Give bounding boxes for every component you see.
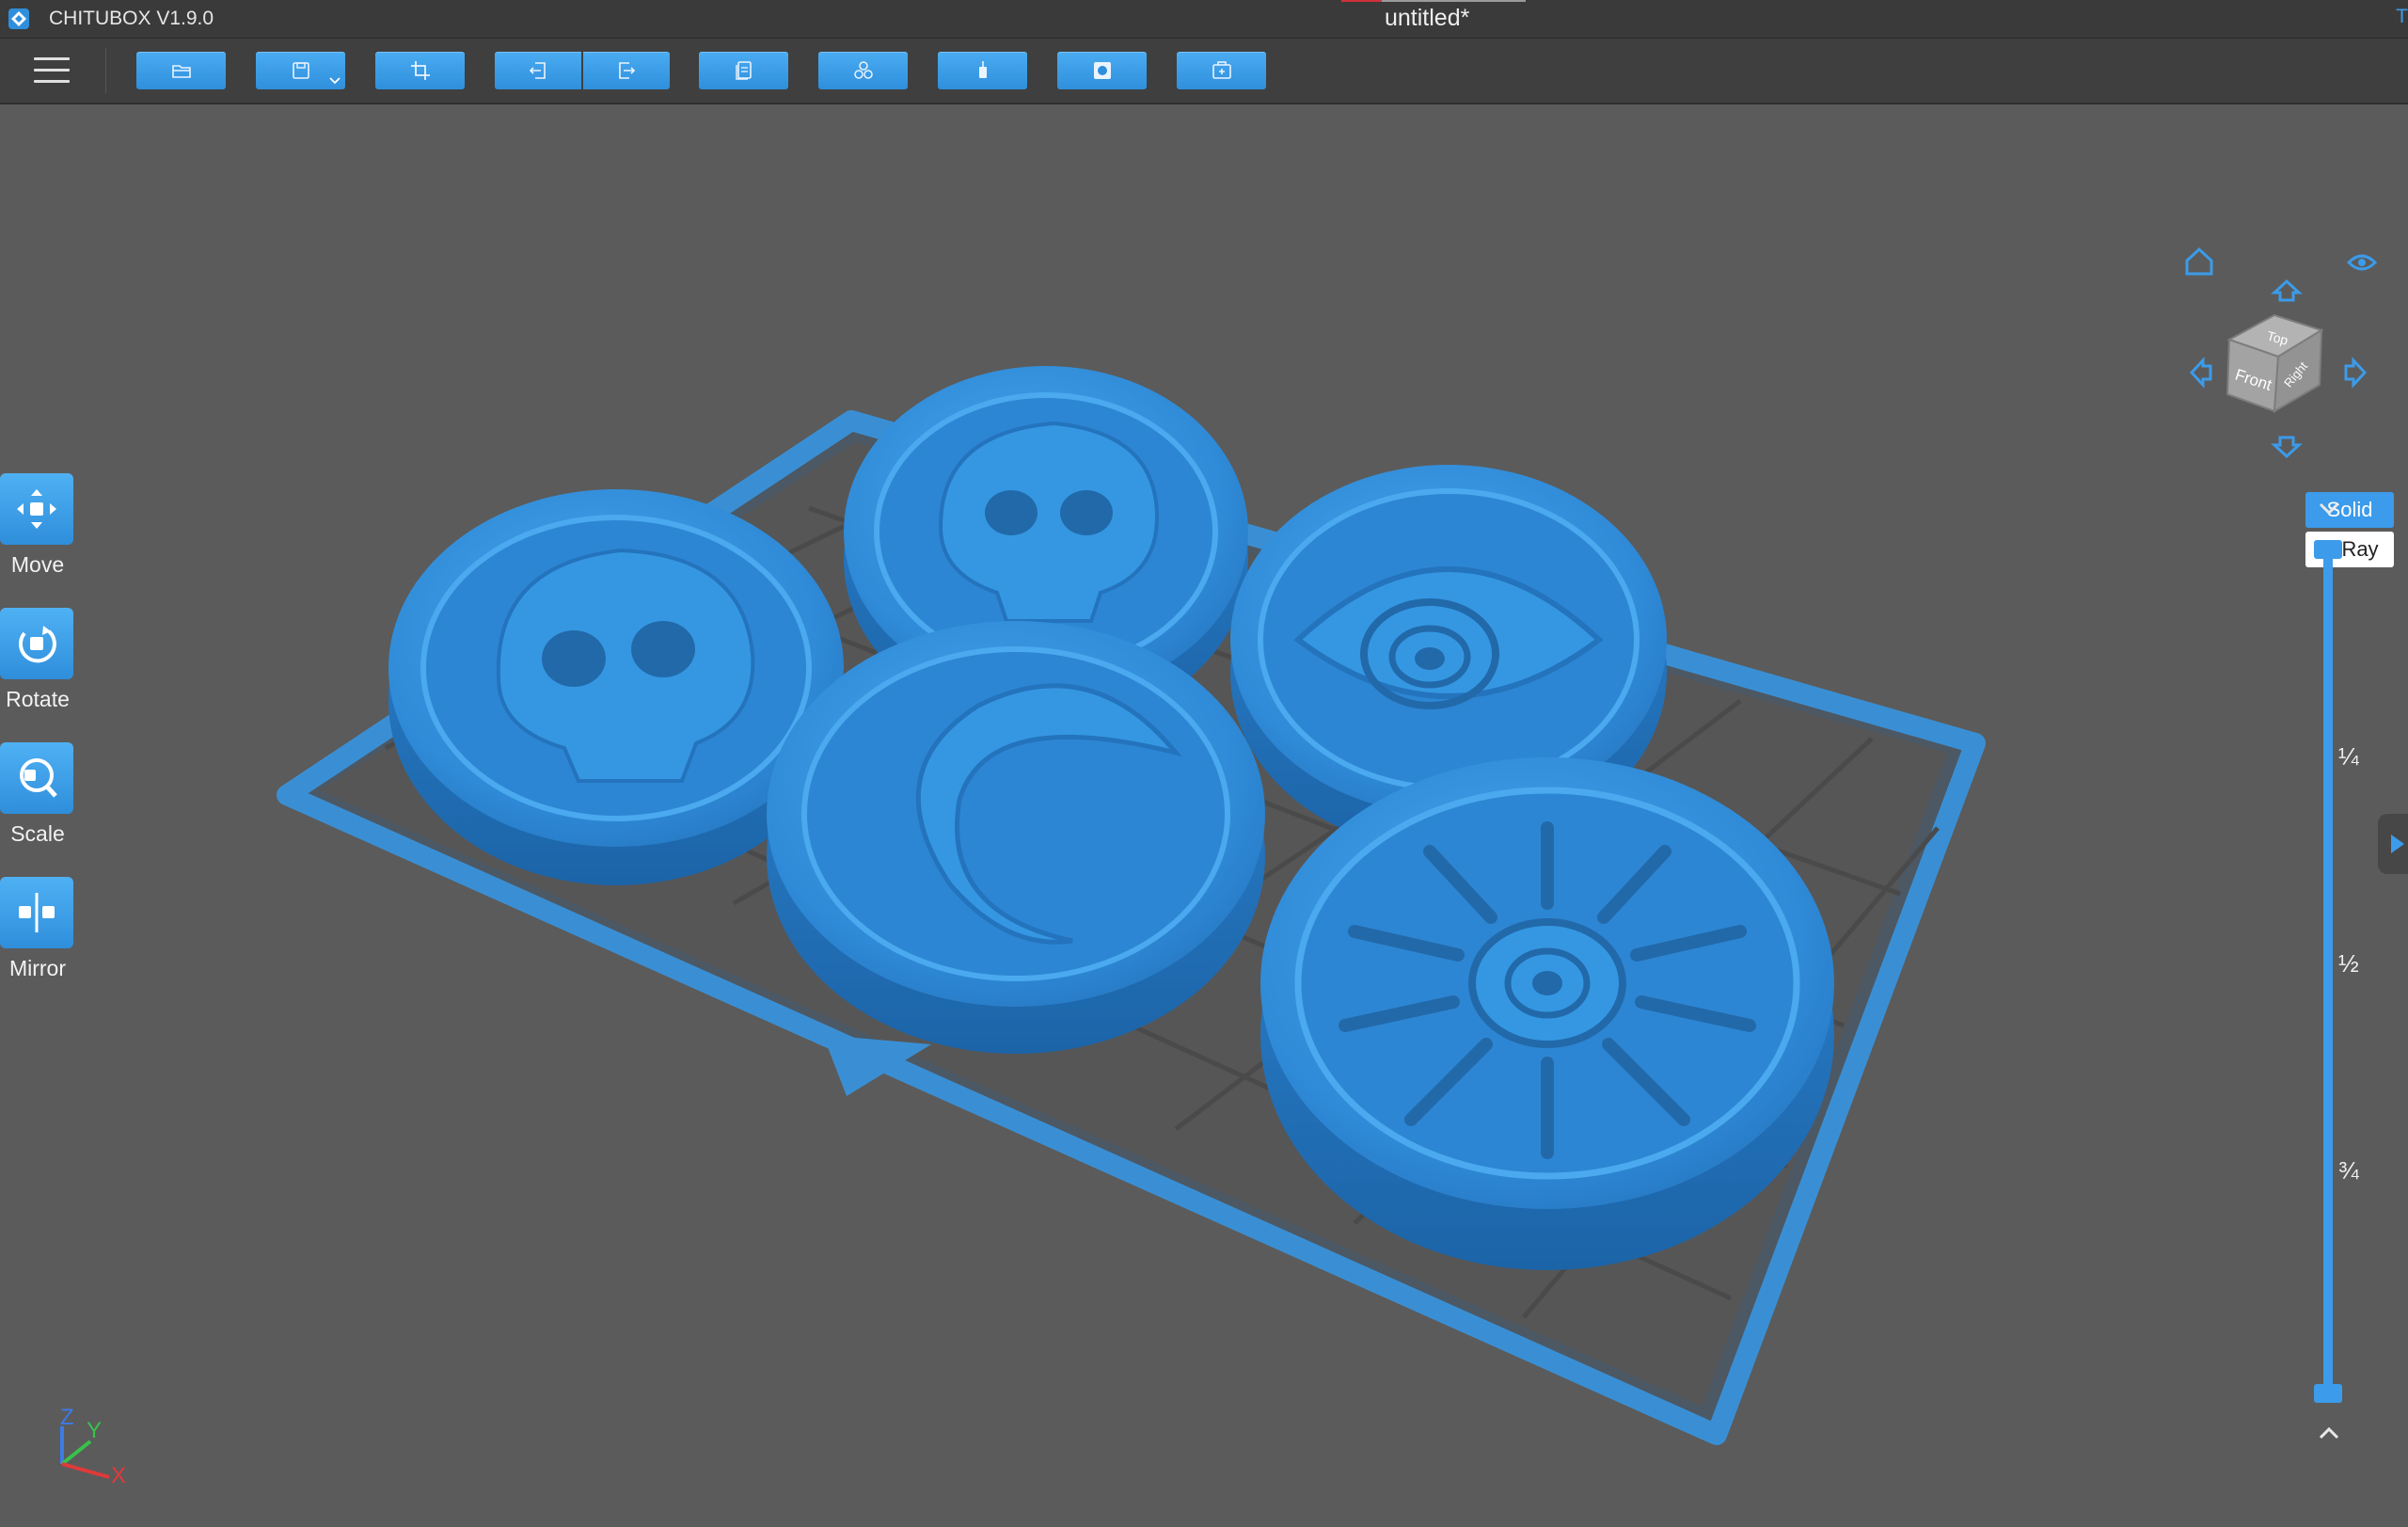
app-title: CHITUBOX V1.9.0 (49, 8, 214, 29)
mirror-icon (19, 893, 55, 932)
axis-x-label: X (111, 1463, 126, 1485)
crop-button[interactable] (375, 52, 465, 89)
document-tab-accent (1341, 0, 1526, 2)
hollow-icon (1093, 62, 1111, 79)
triangle-right-icon (2391, 835, 2404, 853)
layer-slider-top-handle[interactable] (2314, 540, 2342, 559)
arrow-left-icon[interactable] (2189, 357, 2212, 389)
coin-crescent[interactable] (767, 621, 1265, 1054)
chevron-down-icon[interactable] (2316, 497, 2342, 519)
move-tool[interactable]: Move (0, 473, 75, 578)
import-icon (529, 62, 546, 79)
rotate-tool-label: Rotate (6, 687, 70, 711)
arrange-icon (853, 61, 873, 79)
rotate-icon (19, 626, 56, 663)
slider-mark-quarter: ¼ (2338, 742, 2359, 771)
eye-view-icon[interactable] (2346, 254, 2378, 271)
axis-z-label: Z (60, 1405, 74, 1430)
title-edge-text[interactable]: T (2396, 6, 2408, 28)
save-button[interactable] (256, 52, 345, 89)
title-bar: CHITUBOX V1.9.0 untitled* T (0, 0, 2408, 39)
menu-line (34, 80, 70, 83)
chevron-down-icon[interactable] (328, 73, 341, 87)
menu-line (34, 69, 70, 72)
arrow-right-icon[interactable] (2344, 357, 2368, 389)
hollow-button[interactable] (1057, 52, 1147, 89)
document-title: untitled* (1385, 5, 1470, 31)
floppy-icon (292, 62, 309, 79)
axes-gizmo: Z Y X (60, 1405, 126, 1485)
crop-icon (410, 61, 430, 80)
toolbar-divider (105, 48, 106, 93)
axis-y-label: Y (87, 1418, 102, 1443)
open-button[interactable] (136, 52, 226, 89)
mirror-tool[interactable]: Mirror (0, 877, 75, 981)
layers-button[interactable] (699, 52, 788, 89)
scale-tool[interactable]: Scale (0, 742, 75, 847)
move-tool-label: Move (10, 552, 65, 577)
layers-icon (735, 61, 752, 80)
folder-icon (171, 65, 191, 78)
layer-slider-track[interactable] (2323, 548, 2333, 1394)
rotate-tool-button[interactable] (0, 608, 73, 679)
coin-sunburst[interactable] (1260, 757, 1834, 1270)
scale-tool-label: Scale (10, 821, 65, 846)
export-icon (619, 62, 636, 79)
view-cube[interactable]: Top Front Right (2173, 236, 2389, 481)
side-panel-toggle[interactable] (2378, 814, 2408, 874)
slice-button[interactable] (1177, 52, 1266, 89)
hamburger-menu-button[interactable] (34, 57, 70, 86)
mirror-tool-button[interactable] (0, 877, 73, 948)
menu-line (34, 57, 70, 60)
supports-button[interactable] (938, 52, 1027, 89)
move-tool-button[interactable] (0, 473, 73, 545)
mirror-tool-label: Mirror (8, 956, 67, 980)
orientation-cube[interactable]: Top Front Right (2226, 313, 2324, 413)
rotate-tool[interactable]: Rotate (0, 608, 75, 712)
main-toolbar (0, 39, 2408, 104)
export-button[interactable] (583, 52, 670, 89)
layer-slider-bottom-handle[interactable] (2314, 1384, 2342, 1403)
import-button[interactable] (495, 52, 581, 89)
arrow-up-icon[interactable] (2271, 278, 2303, 302)
slider-mark-half: ½ (2338, 949, 2359, 978)
scene-canvas[interactable] (0, 104, 2408, 1527)
slider-mark-three-quarter: ¾ (2338, 1156, 2359, 1185)
app-logo-icon (8, 8, 29, 29)
scale-tool-button[interactable] (0, 742, 73, 814)
move-icon (17, 489, 56, 529)
arrange-button[interactable] (818, 52, 908, 89)
home-view-icon[interactable] (2185, 247, 2213, 276)
slice-icon (1212, 61, 1231, 79)
scale-icon (20, 758, 57, 798)
chevron-up-icon[interactable] (2316, 1422, 2342, 1444)
arrow-down-icon[interactable] (2271, 436, 2303, 459)
3d-viewport[interactable]: Move Rotate Scale Mirror Top Front Right… (0, 104, 2408, 1527)
supports-icon (978, 61, 987, 78)
